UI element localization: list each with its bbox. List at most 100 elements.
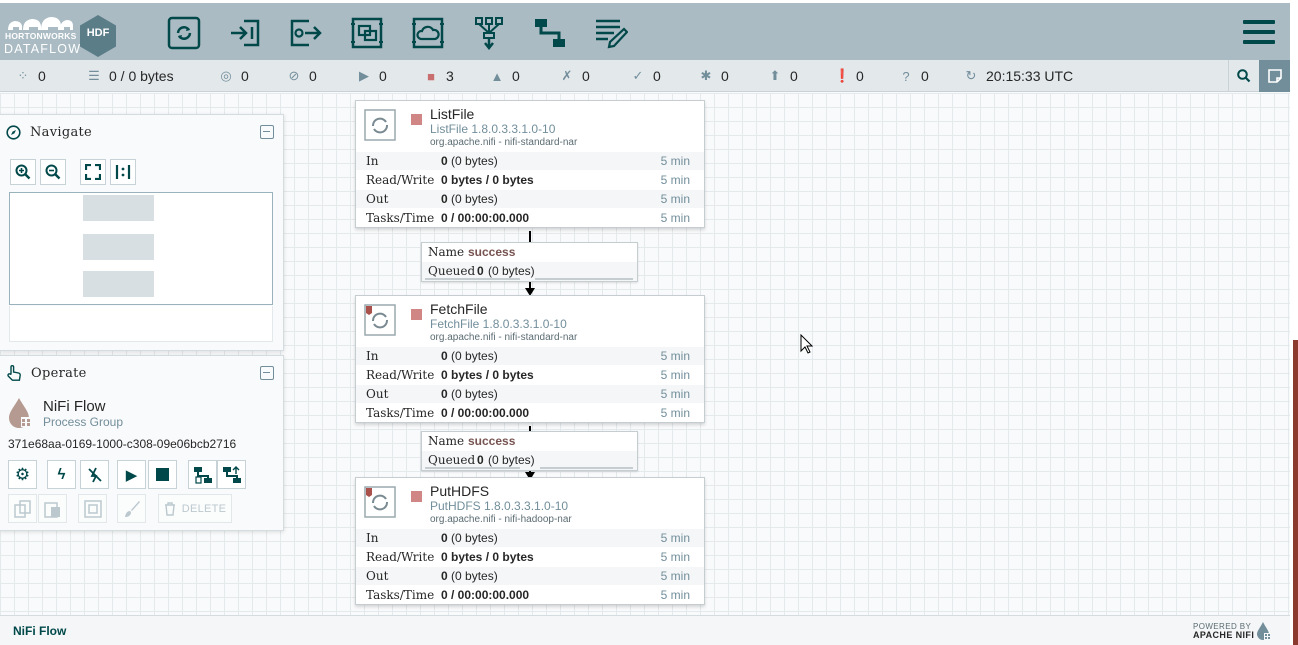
status-stale-count: 0: [790, 68, 798, 84]
navigate-title: Navigate: [30, 124, 93, 140]
zoom-in-icon: [15, 164, 31, 180]
connection-queued-label: Queued: [428, 453, 476, 467]
stat-label: Read/Write: [366, 173, 435, 187]
disabled-icon: ✗: [561, 68, 573, 83]
stop-button[interactable]: [148, 460, 177, 489]
zoom-in-button[interactable]: [10, 159, 36, 185]
stat-value: 0 bytes / 0 bytes: [441, 173, 534, 187]
delete-button[interactable]: DELETE: [158, 494, 232, 523]
status-transmitting-count: 0: [38, 68, 46, 84]
processor-listfile[interactable]: ListFile ListFile 1.8.0.3.3.1.0-10 org.a…: [355, 100, 705, 228]
header: HORTONWORKS DATAFLOW HDF: [0, 0, 1298, 60]
exclamation-circle-icon: ❗: [834, 68, 851, 83]
queue-bar: [535, 278, 633, 280]
bullseye-icon: ◎: [220, 68, 232, 83]
brand-product: DATAFLOW: [4, 42, 82, 56]
search-icon: [1237, 69, 1251, 83]
status-not-transmitting-count: 0: [309, 68, 317, 84]
group-button[interactable]: [78, 494, 107, 523]
stat-out-row: Out 0 (0 bytes) 5 min: [356, 189, 704, 208]
disable-button[interactable]: [80, 460, 109, 489]
not-transmitting-icon: ⊘: [288, 68, 300, 83]
bulletin-board-button[interactable]: [1259, 60, 1290, 92]
processor-icon: [167, 16, 201, 50]
status-up-to-date-count: 0: [653, 68, 661, 84]
asterisk-icon: ✱: [700, 68, 712, 83]
stat-label: In: [366, 531, 379, 545]
nifi-drop-icon: [9, 398, 32, 428]
stat-out-row: Out 0 (0 bytes) 5 min: [356, 384, 704, 403]
processor-puthdfs[interactable]: PutHDFS PutHDFS 1.8.0.3.3.1.0-10 org.apa…: [355, 477, 705, 605]
stat-value: 0 (0 bytes): [441, 154, 498, 168]
change-color-button[interactable]: [117, 494, 146, 523]
search-button[interactable]: [1228, 60, 1259, 92]
stat-value: 0 (0 bytes): [441, 531, 498, 545]
stat-label: In: [366, 349, 379, 363]
refresh-icon[interactable]: ↻: [964, 68, 978, 84]
processor-type: PutHDFS 1.8.0.3.3.1.0-10: [430, 499, 569, 513]
connection-name-label: Name: [428, 434, 465, 448]
birdseye-view[interactable]: [9, 192, 273, 305]
add-output-port-button[interactable]: [287, 14, 325, 52]
stat-in-row: In 0 (0 bytes) 5 min: [356, 346, 704, 365]
status-locally-modified-count: 0: [721, 68, 729, 84]
stop-icon: [156, 468, 169, 481]
paste-button[interactable]: [38, 494, 67, 523]
connection-label[interactable]: Name success Queued 0 (0 bytes): [421, 242, 638, 282]
nifi-logo-icon: [1257, 622, 1271, 640]
create-template-button[interactable]: [188, 460, 217, 489]
fit-button[interactable]: [80, 159, 106, 185]
stat-label: Tasks/Time: [366, 406, 435, 420]
stat-period: 5 min: [660, 173, 690, 187]
add-remote-process-group-button[interactable]: [409, 14, 447, 52]
status-modified-stale-count: 0: [856, 68, 864, 84]
lightning-icon: ϟ: [57, 466, 66, 483]
pointer-hand-icon: [7, 364, 21, 381]
birdseye-component: [83, 234, 154, 260]
stat-label: Read/Write: [366, 550, 435, 564]
breadcrumb[interactable]: NiFi Flow: [13, 624, 66, 638]
processor-icon: [364, 304, 396, 336]
question-icon: ?: [902, 68, 910, 84]
stat-value: 0 / 00:00:00.000: [441, 211, 530, 225]
compass-icon: [6, 124, 21, 140]
stat-period: 5 min: [660, 368, 690, 382]
add-processor-button[interactable]: [165, 14, 203, 52]
play-icon: ▶: [125, 466, 138, 484]
refresh-status[interactable]: ↻ 20:15:33 UTC: [964, 60, 1074, 92]
selected-component-type: Process Group: [43, 415, 124, 429]
disable-icon: [87, 467, 102, 482]
zoom-out-icon: [45, 164, 61, 180]
add-input-port-button[interactable]: [226, 14, 264, 52]
status-not-transmitting: ⊘ 0: [287, 60, 317, 92]
start-button[interactable]: ▶: [117, 460, 146, 489]
collapse-navigate-button[interactable]: [260, 125, 274, 139]
status-stale: ⬆ 0: [768, 60, 798, 92]
gear-icon: ⚙: [14, 464, 31, 484]
status-stopped-count: 3: [446, 68, 454, 84]
status-transmitting: ⁘ 0: [16, 60, 46, 92]
stat-period: 5 min: [660, 588, 690, 602]
add-process-group-button[interactable]: [348, 14, 386, 52]
stat-value: 0 (0 bytes): [441, 349, 498, 363]
stat-value: 0 / 00:00:00.000: [441, 588, 530, 602]
collapse-operate-button[interactable]: [260, 366, 274, 380]
upload-template-button[interactable]: [217, 460, 246, 489]
actual-size-button[interactable]: [110, 159, 136, 185]
stat-label: In: [366, 154, 379, 168]
connection-relationship: success: [468, 245, 516, 259]
connection-label[interactable]: Name success Queued 0 (0 bytes): [421, 431, 638, 471]
stopped-status-icon: [411, 309, 422, 320]
stat-label: Out: [366, 569, 389, 583]
cluster-icon: ⁘: [17, 68, 29, 83]
global-menu-button[interactable]: [1243, 20, 1275, 48]
add-funnel-button[interactable]: [470, 14, 508, 52]
enable-button[interactable]: ϟ: [47, 460, 76, 489]
copy-button[interactable]: [8, 494, 37, 523]
zoom-out-button[interactable]: [40, 159, 66, 185]
processor-fetchfile[interactable]: FetchFile FetchFile 1.8.0.3.3.1.0-10 org…: [355, 295, 705, 423]
add-template-button[interactable]: [531, 14, 569, 52]
add-label-button[interactable]: [592, 14, 630, 52]
configure-button[interactable]: ⚙: [8, 460, 37, 489]
status-disabled-count: 0: [582, 68, 590, 84]
